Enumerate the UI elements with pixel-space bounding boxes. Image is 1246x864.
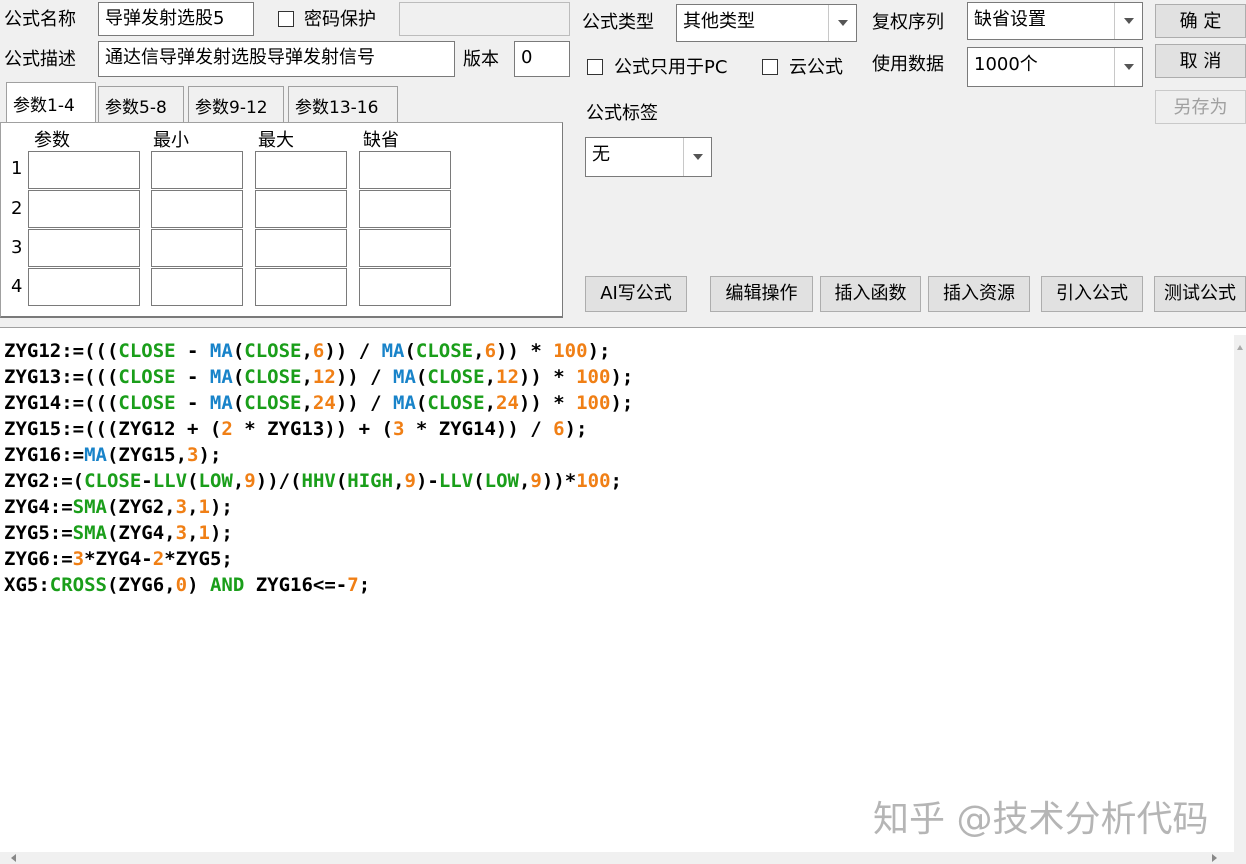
param-col-max: 最大: [258, 130, 294, 151]
code-text[interactable]: ZYG12:=(((CLOSE - MA(CLOSE,6)) / MA(CLOS…: [4, 338, 633, 598]
code-line[interactable]: ZYG15:=(((ZYG12 + (2 * ZYG13)) + (3 * ZY…: [4, 416, 633, 442]
data-count-label: 使用数据: [872, 54, 944, 75]
formula-type-value: 其他类型: [683, 11, 755, 32]
scroll-up-icon[interactable]: [1234, 342, 1246, 352]
password-input: [399, 2, 570, 36]
version-label: 版本: [463, 49, 499, 70]
import-formula-button[interactable]: 引入公式: [1041, 276, 1143, 312]
edit-ops-button[interactable]: 编辑操作: [710, 276, 813, 312]
test-formula-button[interactable]: 测试公式: [1154, 276, 1246, 312]
adjust-select[interactable]: 缺省设置: [967, 2, 1143, 40]
insert-res-button[interactable]: 插入资源: [928, 276, 1030, 312]
param-1-min[interactable]: [151, 151, 243, 189]
tab-params-9-12[interactable]: 参数9-12: [188, 86, 284, 122]
chevron-down-icon[interactable]: [683, 138, 711, 176]
chevron-down-icon[interactable]: [1114, 3, 1142, 39]
param-3-min[interactable]: [151, 229, 243, 267]
param-1-default[interactable]: [359, 151, 451, 189]
tab-params-5-8[interactable]: 参数5-8: [98, 86, 184, 122]
param-4-max[interactable]: [255, 268, 347, 306]
param-col-default: 缺省: [363, 130, 399, 151]
code-line[interactable]: ZYG16:=MA(ZYG15,3);: [4, 442, 633, 468]
formula-tag-select[interactable]: 无: [585, 137, 712, 177]
code-line[interactable]: ZYG14:=(((CLOSE - MA(CLOSE,24)) / MA(CLO…: [4, 390, 633, 416]
formula-desc-label: 公式描述: [4, 49, 76, 70]
data-count-value: 1000个: [974, 54, 1038, 75]
param-1-max[interactable]: [255, 151, 347, 189]
cancel-button[interactable]: 取 消: [1155, 44, 1246, 78]
formula-name-input[interactable]: 导弹发射选股5: [98, 2, 254, 36]
code-line[interactable]: XG5:CROSS(ZYG6,0) AND ZYG16<=-7;: [4, 572, 633, 598]
code-editor[interactable]: ZYG12:=(((CLOSE - MA(CLOSE,6)) / MA(CLOS…: [0, 327, 1246, 864]
cloud-label: 云公式: [789, 57, 843, 78]
param-row-number: 1: [11, 158, 23, 179]
param-2-name[interactable]: [28, 190, 140, 228]
code-line[interactable]: ZYG4:=SMA(ZYG2,3,1);: [4, 494, 633, 520]
formula-name-label: 公式名称: [4, 9, 76, 30]
param-2-max[interactable]: [255, 190, 347, 228]
code-line[interactable]: ZYG5:=SMA(ZYG4,3,1);: [4, 520, 633, 546]
formula-type-label: 公式类型: [582, 12, 654, 33]
param-row-number: 2: [11, 198, 23, 219]
horizontal-scrollbar[interactable]: [0, 852, 1234, 864]
param-col-name: 参数: [34, 130, 70, 151]
param-4-default[interactable]: [359, 268, 451, 306]
insert-func-button[interactable]: 插入函数: [820, 276, 921, 312]
save-as-button: 另存为: [1155, 90, 1246, 124]
param-3-name[interactable]: [28, 229, 140, 267]
param-row-number: 3: [11, 237, 23, 258]
version-input[interactable]: 0: [514, 41, 570, 77]
param-row-number: 4: [11, 276, 23, 297]
adjust-value: 缺省设置: [974, 9, 1046, 30]
param-4-name[interactable]: [28, 268, 140, 306]
tab-params-13-16[interactable]: 参数13-16: [288, 86, 398, 122]
param-col-min: 最小: [153, 130, 189, 151]
scroll-right-icon[interactable]: [1208, 852, 1220, 864]
param-1-name[interactable]: [28, 151, 140, 189]
scroll-left-icon[interactable]: [8, 852, 20, 864]
param-4-min[interactable]: [151, 268, 243, 306]
param-2-default[interactable]: [359, 190, 451, 228]
cloud-checkbox[interactable]: [762, 59, 778, 75]
tab-params-1-4[interactable]: 参数1-4: [6, 82, 96, 122]
param-2-min[interactable]: [151, 190, 243, 228]
pc-only-label: 公式只用于PC: [614, 57, 728, 78]
param-3-default[interactable]: [359, 229, 451, 267]
data-count-select[interactable]: 1000个: [967, 47, 1143, 87]
code-line[interactable]: ZYG12:=(((CLOSE - MA(CLOSE,6)) / MA(CLOS…: [4, 338, 633, 364]
chevron-down-icon[interactable]: [1114, 48, 1142, 86]
ok-button[interactable]: 确 定: [1155, 4, 1246, 38]
formula-type-select[interactable]: 其他类型: [676, 4, 857, 42]
password-checkbox[interactable]: [278, 11, 294, 27]
pc-only-checkbox[interactable]: [587, 59, 603, 75]
code-line[interactable]: ZYG6:=3*ZYG4-2*ZYG5;: [4, 546, 633, 572]
watermark: 知乎 @技术分析代码: [873, 799, 1209, 840]
code-line[interactable]: ZYG13:=(((CLOSE - MA(CLOSE,12)) / MA(CLO…: [4, 364, 633, 390]
param-3-max[interactable]: [255, 229, 347, 267]
code-line[interactable]: ZYG2:=(CLOSE-LLV(LOW,9))/(HHV(HIGH,9)-LL…: [4, 468, 633, 494]
chevron-down-icon[interactable]: [828, 5, 856, 41]
formula-desc-input[interactable]: 通达信导弹发射选股导弹发射信号: [98, 41, 455, 77]
formula-tag-value: 无: [592, 144, 610, 165]
adjust-label: 复权序列: [872, 12, 944, 33]
vertical-scrollbar[interactable]: [1234, 335, 1246, 864]
ai-write-button[interactable]: AI写公式: [585, 276, 687, 312]
formula-tag-label: 公式标签: [586, 103, 658, 124]
password-label: 密码保护: [304, 9, 376, 30]
